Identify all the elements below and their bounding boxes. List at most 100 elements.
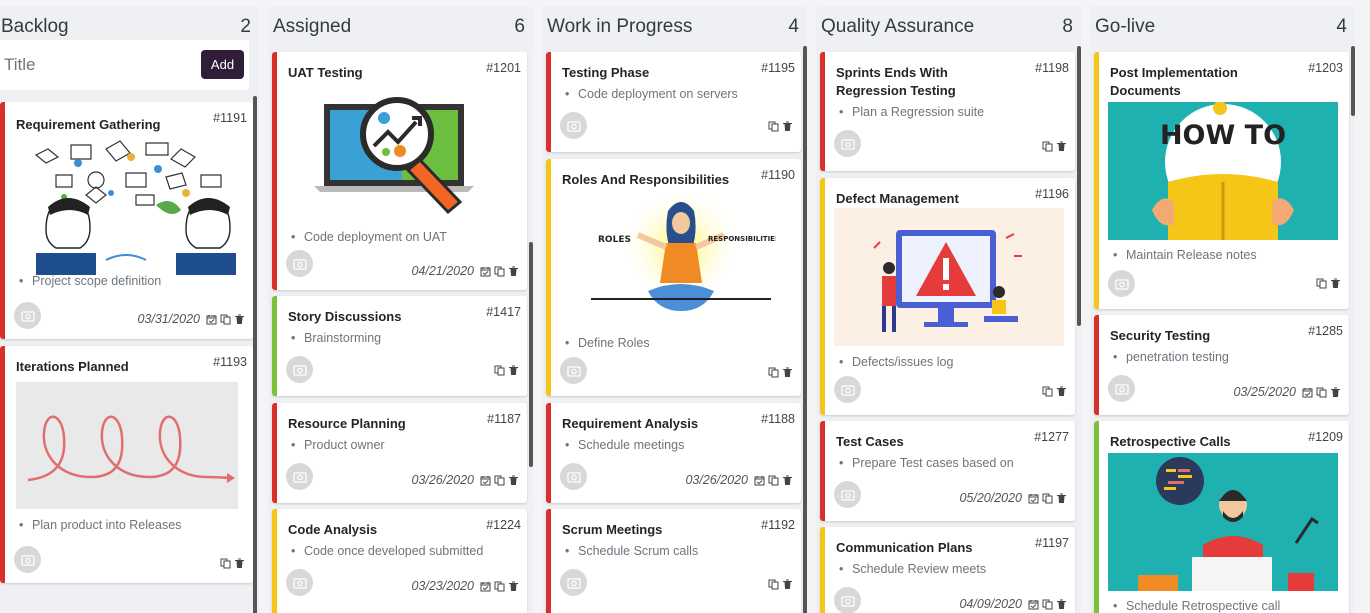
avatar[interactable]	[286, 356, 313, 383]
trash-icon[interactable]	[782, 579, 793, 590]
column-scrollbar[interactable]	[1351, 46, 1355, 116]
card-bullet: Schedule meetings	[565, 438, 684, 452]
calendar-icon[interactable]	[1028, 493, 1039, 504]
trash-icon[interactable]	[1330, 387, 1341, 398]
trash-icon[interactable]	[234, 558, 245, 569]
card-1203[interactable]: Post Implementation Documents #1203 HOW …	[1094, 52, 1349, 309]
copy-icon[interactable]	[220, 558, 231, 569]
column-scrollbar[interactable]	[803, 46, 807, 613]
copy-icon[interactable]	[494, 475, 505, 486]
card-1195[interactable]: Testing Phase #1195 Code deployment on s…	[546, 52, 801, 152]
column-scrollbar[interactable]	[253, 96, 257, 613]
avatar[interactable]	[834, 481, 861, 508]
card-1224[interactable]: Code Analysis #1224 Code once developed …	[272, 509, 527, 613]
copy-icon[interactable]	[1316, 387, 1327, 398]
copy-icon[interactable]	[220, 314, 231, 325]
card-1198[interactable]: Sprints Ends With Regression Testing #11…	[820, 52, 1075, 171]
card-1187[interactable]: Resource Planning #1187 Product owner 03…	[272, 403, 527, 503]
avatar[interactable]	[834, 130, 861, 157]
trash-icon[interactable]	[782, 121, 793, 132]
card-1209[interactable]: Retrospective Calls #1209 Schedule	[1094, 421, 1349, 613]
card-1191[interactable]: Requirement Gathering #1191 • Project sc…	[0, 102, 253, 339]
new-card-title-input[interactable]	[0, 46, 186, 84]
calendar-icon[interactable]	[480, 266, 491, 277]
card-id: #1193	[213, 355, 247, 369]
calendar-icon[interactable]	[1302, 387, 1313, 398]
avatar[interactable]	[286, 250, 313, 277]
avatar[interactable]	[560, 569, 587, 596]
trash-icon[interactable]	[1330, 278, 1341, 289]
trash-icon[interactable]	[1056, 493, 1067, 504]
copy-icon[interactable]	[768, 367, 779, 378]
calendar-icon[interactable]	[480, 475, 491, 486]
copy-icon[interactable]	[768, 475, 779, 486]
trash-icon[interactable]	[508, 266, 519, 277]
card-title: Test Cases	[836, 434, 904, 449]
avatar-icon	[20, 554, 35, 566]
avatar-icon	[1114, 278, 1129, 290]
avatar[interactable]	[286, 569, 313, 596]
card-1188[interactable]: Requirement Analysis #1188 Schedule meet…	[546, 403, 801, 503]
avatar[interactable]	[560, 357, 587, 384]
calendar-icon[interactable]	[206, 314, 217, 325]
card-1277[interactable]: Test Cases #1277 Prepare Test cases base…	[820, 421, 1075, 521]
avatar[interactable]	[834, 587, 861, 613]
card-1197[interactable]: Communication Plans #1197 Schedule Revie…	[820, 527, 1075, 613]
calendar-icon[interactable]	[480, 581, 491, 592]
card-1190[interactable]: Roles And Responsibilities #1190 ROLES R…	[546, 159, 801, 396]
trash-icon[interactable]	[508, 365, 519, 376]
card-1201[interactable]: UAT Testing #1201 Code deployment on UAT	[272, 52, 527, 290]
card-title: Defect Management	[836, 191, 959, 206]
avatar[interactable]	[834, 376, 861, 403]
copy-icon[interactable]	[768, 121, 779, 132]
calendar-icon[interactable]	[1028, 599, 1039, 610]
copy-icon[interactable]	[1042, 493, 1053, 504]
avatar[interactable]	[1108, 375, 1135, 402]
avatar[interactable]	[14, 546, 41, 573]
card-title: Sprints Ends With Regression Testing	[836, 65, 956, 98]
card-1285[interactable]: Security Testing #1285 penetration testi…	[1094, 315, 1349, 415]
priority-bar	[0, 102, 5, 339]
calendar-icon[interactable]	[754, 475, 765, 486]
avatar[interactable]	[560, 112, 587, 139]
trash-icon[interactable]	[508, 475, 519, 486]
add-card-button[interactable]: Add	[201, 50, 244, 79]
copy-icon[interactable]	[1042, 141, 1053, 152]
card-footer	[768, 367, 793, 378]
card-image: ROLES RESPONSIBILITIES	[586, 195, 776, 327]
copy-icon[interactable]	[494, 581, 505, 592]
avatar[interactable]	[286, 463, 313, 490]
trash-icon[interactable]	[1056, 599, 1067, 610]
card-title: Code Analysis	[288, 522, 378, 537]
trash-icon[interactable]	[508, 581, 519, 592]
card-id: #1417	[486, 305, 521, 319]
card-date: 03/26/2020	[411, 473, 474, 487]
trash-icon[interactable]	[1056, 141, 1067, 152]
column-scrollbar[interactable]	[529, 242, 533, 467]
trash-icon[interactable]	[234, 314, 245, 325]
priority-bar	[272, 296, 277, 396]
column-scrollbar[interactable]	[1077, 46, 1081, 326]
trash-icon[interactable]	[1056, 386, 1067, 397]
card-id: #1196	[1035, 187, 1069, 201]
column-header: Quality Assurance 8	[816, 6, 1081, 44]
card-footer: 03/31/2020	[137, 312, 245, 326]
card-1193[interactable]: Iterations Planned #1193 Plan product in…	[0, 346, 253, 583]
copy-icon[interactable]	[1042, 386, 1053, 397]
copy-icon[interactable]	[768, 579, 779, 590]
avatar[interactable]	[1108, 270, 1135, 297]
avatar[interactable]	[560, 463, 587, 490]
card-1192[interactable]: Scrum Meetings #1192 Schedule Scrum call…	[546, 509, 801, 613]
card-1417[interactable]: Story Discussions #1417 Brainstorming	[272, 296, 527, 396]
avatar[interactable]	[14, 302, 41, 329]
trash-icon[interactable]	[782, 367, 793, 378]
copy-icon[interactable]	[494, 365, 505, 376]
card-1196[interactable]: Defect Management #1196 Defects/issues l…	[820, 178, 1075, 415]
trash-icon[interactable]	[782, 475, 793, 486]
avatar-icon	[1114, 383, 1129, 395]
copy-icon[interactable]	[1316, 278, 1327, 289]
copy-icon[interactable]	[494, 266, 505, 277]
card-id: #1201	[486, 61, 521, 75]
priority-bar	[546, 403, 551, 503]
copy-icon[interactable]	[1042, 599, 1053, 610]
